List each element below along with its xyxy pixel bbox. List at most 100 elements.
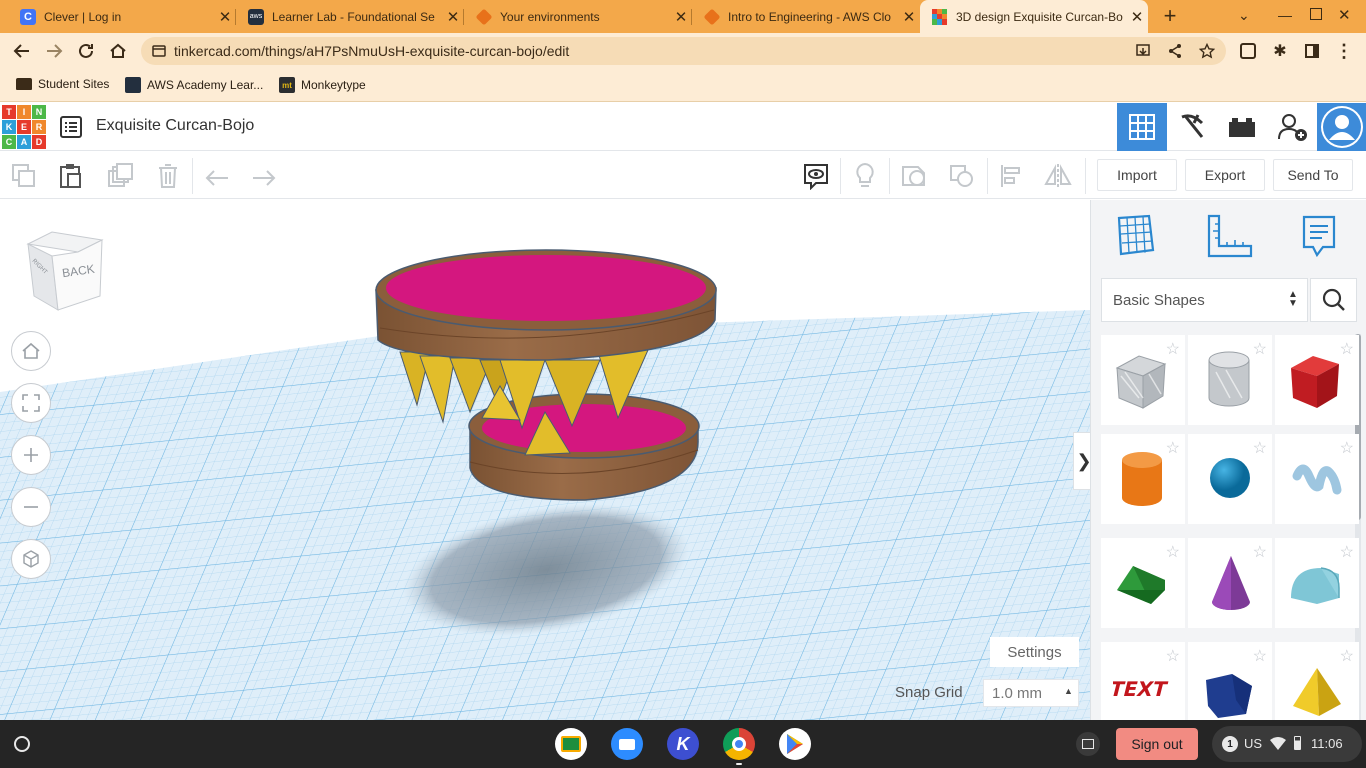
home-icon[interactable]	[106, 39, 130, 63]
extension-icon[interactable]	[1236, 39, 1260, 63]
design-list-icon[interactable]	[60, 116, 82, 143]
search-icon	[1322, 288, 1345, 311]
close-icon[interactable]: ✕	[1126, 8, 1148, 26]
shape-pyramid[interactable]: ☆	[1275, 642, 1359, 732]
star-icon[interactable]: ☆	[1253, 339, 1267, 359]
bookmark-aws-academy[interactable]: AWS Academy Lear...	[125, 77, 263, 93]
duplicate-icon[interactable]	[106, 162, 134, 190]
align-icon[interactable]	[997, 162, 1025, 190]
back-icon[interactable]	[10, 39, 34, 63]
status-area[interactable]: 1 US 11:06	[1212, 726, 1362, 762]
send-to-button[interactable]: Send To	[1273, 159, 1353, 191]
3d-view-button[interactable]	[1117, 103, 1167, 151]
show-notes-icon[interactable]	[802, 162, 830, 190]
lightbulb-icon[interactable]	[851, 162, 879, 190]
browser-tab-tinkercad[interactable]: 3D design Exquisite Curcan-Bo ✕	[920, 0, 1148, 33]
collapse-panel-button[interactable]: ❯	[1073, 432, 1090, 490]
avatar[interactable]	[1317, 103, 1366, 151]
reload-icon[interactable]	[74, 39, 98, 63]
star-icon[interactable]: ☆	[1340, 438, 1354, 458]
shape-library-select[interactable]: Basic Shapes ▲ ▼	[1101, 278, 1308, 322]
kahoot-icon[interactable]: K	[667, 728, 699, 760]
launcher-icon[interactable]	[14, 736, 30, 752]
undo-icon[interactable]	[203, 162, 231, 190]
trash-icon[interactable]	[154, 162, 182, 190]
design-title[interactable]: Exquisite Curcan-Bojo	[96, 117, 254, 135]
star-icon[interactable]: ☆	[1340, 646, 1354, 666]
shape-cylinder-hole[interactable]: ☆	[1188, 335, 1272, 425]
minimize-icon[interactable]: —	[1278, 7, 1292, 23]
chrome-icon[interactable]	[723, 728, 755, 760]
paste-icon[interactable]	[57, 162, 85, 190]
star-icon[interactable]: ☆	[1166, 542, 1180, 562]
redo-icon[interactable]	[250, 162, 278, 190]
invite-user-button[interactable]	[1267, 103, 1317, 151]
copy-icon[interactable]	[10, 162, 38, 190]
shape-box-hole[interactable]: ☆	[1101, 335, 1185, 425]
star-icon[interactable]: ☆	[1253, 646, 1267, 666]
bookmark-student-sites[interactable]: Student Sites	[16, 77, 109, 91]
puzzle-icon[interactable]: ✱	[1268, 39, 1292, 63]
ruler-button[interactable]	[1205, 214, 1255, 265]
perspective-button[interactable]	[11, 539, 51, 579]
shape-round-roof[interactable]: ☆	[1275, 538, 1359, 628]
group-icon[interactable]	[900, 162, 928, 190]
tinkercad-logo[interactable]: TIN KER CAD	[2, 105, 46, 149]
browser-tab-clever[interactable]: C Clever | Log in ✕	[8, 0, 236, 33]
mirror-icon[interactable]	[1044, 162, 1072, 190]
3d-viewport[interactable]	[0, 200, 1090, 720]
import-button[interactable]: Import	[1097, 159, 1177, 191]
shape-polygon[interactable]: ☆	[1188, 642, 1272, 732]
fit-view-button[interactable]	[11, 383, 51, 423]
zoom-icon[interactable]	[611, 728, 643, 760]
shape-cylinder[interactable]: ☆	[1101, 434, 1185, 524]
close-window-icon[interactable]: ✕	[1338, 6, 1351, 24]
view-cube[interactable]: BACK RIGHT	[24, 230, 106, 312]
address-bar[interactable]: tinkercad.com/things/aH7PsNmuUsH-exquisi…	[141, 37, 1226, 65]
menu-icon[interactable]: ⋮	[1332, 39, 1356, 63]
zoom-out-button[interactable]	[11, 487, 51, 527]
shape-scribble[interactable]: ☆	[1275, 434, 1359, 524]
play-store-icon[interactable]	[779, 728, 811, 760]
notification-badge: 1	[1222, 736, 1238, 752]
shape-box[interactable]: ☆	[1275, 335, 1359, 425]
browser-tab-environments[interactable]: Your environments ✕	[464, 0, 692, 33]
shape-sphere[interactable]: ☆	[1188, 434, 1272, 524]
notes-button[interactable]	[1301, 214, 1337, 265]
shape-text[interactable]: ☆ TEXT	[1101, 642, 1185, 732]
shape-roof[interactable]: ☆	[1101, 538, 1185, 628]
star-icon[interactable]: ☆	[1166, 438, 1180, 458]
sign-out-button[interactable]: Sign out	[1116, 728, 1198, 760]
close-icon[interactable]: ✕	[214, 8, 236, 26]
bookmark-monkeytype[interactable]: mt Monkeytype	[279, 77, 366, 93]
home-view-button[interactable]	[11, 331, 51, 371]
search-shapes-button[interactable]	[1310, 278, 1357, 322]
forward-icon[interactable]	[42, 39, 66, 63]
star-icon[interactable]: ☆	[1166, 646, 1180, 666]
star-icon[interactable]: ☆	[1253, 542, 1267, 562]
shape-cone[interactable]: ☆	[1188, 538, 1272, 628]
export-button[interactable]: Export	[1185, 159, 1265, 191]
star-icon[interactable]: ☆	[1253, 438, 1267, 458]
classroom-icon[interactable]	[555, 728, 587, 760]
tab-search-icon[interactable]: ⌄	[1238, 7, 1250, 24]
snap-grid-select[interactable]: 1.0 mm ▲	[983, 679, 1079, 707]
workplane-button[interactable]	[1115, 214, 1157, 263]
side-panel-icon[interactable]	[1300, 39, 1324, 63]
tab-title: 3D design Exquisite Curcan-Bo	[956, 9, 1123, 24]
close-icon[interactable]: ✕	[442, 8, 464, 26]
bricks-button[interactable]	[1217, 103, 1267, 151]
zoom-in-button[interactable]	[11, 435, 51, 475]
settings-button[interactable]: Settings	[990, 637, 1079, 667]
close-icon[interactable]: ✕	[670, 8, 692, 26]
holding-space-icon[interactable]	[1076, 732, 1100, 756]
browser-tab-intro-engineering[interactable]: Intro to Engineering - AWS Clo ✕	[692, 0, 920, 33]
browser-tab-learner-lab[interactable]: aws Learner Lab - Foundational Se ✕	[236, 0, 464, 33]
workplane-icon	[1117, 214, 1155, 256]
ungroup-icon[interactable]	[948, 162, 976, 190]
restore-icon[interactable]	[1310, 8, 1322, 20]
new-tab-button[interactable]: +	[1158, 4, 1182, 28]
workplane-canvas[interactable]: BACK RIGHT ❯ Settings Snap Grid 1.0 mm ▲	[0, 200, 1090, 720]
close-icon[interactable]: ✕	[898, 8, 920, 26]
codeblocks-button[interactable]	[1167, 103, 1217, 151]
